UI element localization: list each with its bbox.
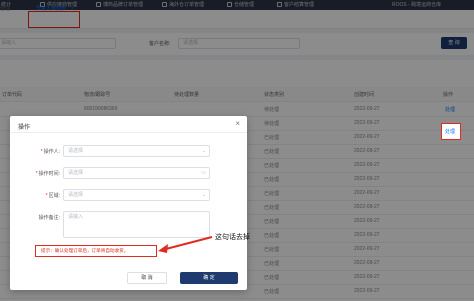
annotation-text: 这句话去掉 <box>215 234 250 241</box>
annotation-arrow <box>158 236 213 253</box>
